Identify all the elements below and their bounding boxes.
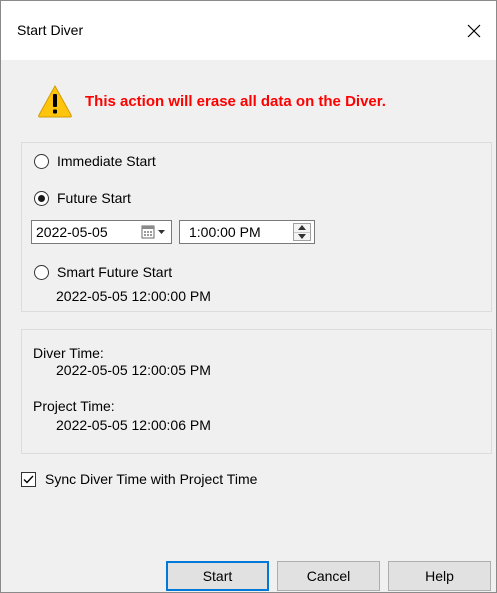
start-diver-dialog: Start Diver This action will erase all d… <box>0 0 497 593</box>
project-time-label: Project Time: <box>33 398 115 414</box>
spin-up-icon <box>298 225 306 231</box>
time-picker[interactable]: 1:00:00 PM <box>179 220 315 244</box>
smart-future-start-datetime: 2022-05-05 12:00:00 PM <box>56 288 211 304</box>
sync-time-label: Sync Diver Time with Project Time <box>45 471 258 487</box>
sync-time-checkbox[interactable] <box>21 471 36 487</box>
sync-time-checkbox-row[interactable]: Sync Diver Time with Project Time <box>21 471 257 487</box>
warning-triangle-icon <box>38 84 72 118</box>
future-start-radio[interactable]: Future Start <box>34 190 131 206</box>
immediate-start-radio[interactable]: Immediate Start <box>34 153 156 169</box>
warning-message: This action will erase all data on the D… <box>85 92 386 110</box>
spin-down-button[interactable] <box>294 231 310 241</box>
time-value: 1:00:00 PM <box>189 224 261 240</box>
radio-button-checked[interactable] <box>34 190 49 206</box>
smart-future-start-label: Smart Future Start <box>57 264 173 280</box>
smart-future-start-radio[interactable]: Smart Future Start <box>34 264 172 280</box>
cancel-button[interactable]: Cancel <box>277 561 380 591</box>
diver-time-label: Diver Time: <box>33 345 104 361</box>
diver-time-value: 2022-05-05 12:00:05 PM <box>56 362 211 378</box>
close-icon <box>467 24 481 38</box>
warning-banner: This action will erase all data on the D… <box>37 84 386 118</box>
spin-down-icon <box>298 233 306 239</box>
date-picker[interactable]: 2022-05-05 <box>31 220 172 244</box>
spin-up-button[interactable] <box>294 224 310 232</box>
radio-button[interactable] <box>34 153 49 169</box>
project-time-value: 2022-05-05 12:00:06 PM <box>56 417 211 433</box>
radio-button[interactable] <box>34 264 49 280</box>
future-start-label: Future Start <box>57 190 131 206</box>
checkmark-icon <box>23 475 34 484</box>
immediate-start-label: Immediate Start <box>57 153 156 169</box>
time-spinner[interactable] <box>293 223 311 241</box>
calendar-icon <box>141 225 165 239</box>
date-value: 2022-05-05 <box>36 224 108 240</box>
window-title: Start Diver <box>17 22 84 38</box>
title-bar: Start Diver <box>1 1 496 60</box>
help-button[interactable]: Help <box>388 561 491 591</box>
calendar-dropdown-button[interactable] <box>137 221 171 243</box>
start-button[interactable]: Start <box>166 561 269 591</box>
close-button[interactable] <box>452 13 496 49</box>
